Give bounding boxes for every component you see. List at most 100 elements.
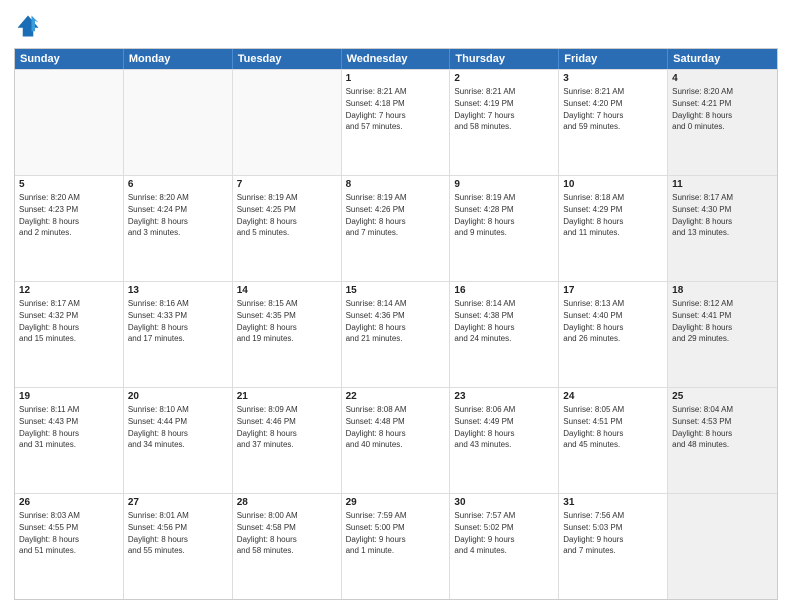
- day-cell-1: 1 Sunrise: 8:21 AMSunset: 4:18 PMDaylight…: [342, 70, 451, 175]
- day-cell-21: 21 Sunrise: 8:09 AMSunset: 4:46 PMDayligh…: [233, 388, 342, 493]
- day-header-sunday: Sunday: [15, 49, 124, 69]
- calendar-body: 1 Sunrise: 8:21 AMSunset: 4:18 PMDaylight…: [15, 69, 777, 599]
- cell-info: Sunrise: 8:17 AMSunset: 4:30 PMDaylight:…: [672, 193, 733, 237]
- day-number: 19: [19, 391, 119, 402]
- day-header-tuesday: Tuesday: [233, 49, 342, 69]
- cell-info: Sunrise: 8:00 AMSunset: 4:58 PMDaylight:…: [237, 511, 298, 555]
- day-header-friday: Friday: [559, 49, 668, 69]
- calendar-row-2: 5Sunrise: 8:20 AMSunset: 4:23 PMDaylight…: [15, 175, 777, 281]
- day-cell-27: 27 Sunrise: 8:01 AMSunset: 4:56 PMDayligh…: [124, 494, 233, 599]
- cell-info: Sunrise: 8:11 AMSunset: 4:43 PMDaylight:…: [19, 405, 79, 449]
- empty-cell-0-1: [124, 70, 233, 175]
- cell-info: Sunrise: 8:10 AMSunset: 4:44 PMDaylight:…: [128, 405, 189, 449]
- header: [14, 12, 778, 40]
- day-number: 17: [563, 285, 663, 296]
- cell-info: Sunrise: 8:19 AMSunset: 4:25 PMDaylight:…: [237, 193, 298, 237]
- logo-icon: [14, 12, 42, 40]
- day-cell-2: 2Sunrise: 8:21 AMSunset: 4:19 PMDaylight…: [450, 70, 559, 175]
- day-cell-24: 24 Sunrise: 8:05 AMSunset: 4:51 PMDayligh…: [559, 388, 668, 493]
- cell-info: Sunrise: 8:12 AMSunset: 4:41 PMDaylight:…: [672, 299, 733, 343]
- cell-info: Sunrise: 8:21 AMSunset: 4:19 PMDaylight:…: [454, 87, 515, 131]
- calendar-row-3: 12Sunrise: 8:17 AMSunset: 4:32 PMDayligh…: [15, 281, 777, 387]
- day-number: 4: [672, 73, 773, 84]
- day-header-wednesday: Wednesday: [342, 49, 451, 69]
- day-number: 30: [454, 497, 554, 508]
- day-header-saturday: Saturday: [668, 49, 777, 69]
- day-cell-31: 31Sunrise: 7:56 AMSunset: 5:03 PMDayligh…: [559, 494, 668, 599]
- day-number: 1: [346, 73, 446, 84]
- cell-info: Sunrise: 8:15 AMSunset: 4:35 PMDaylight:…: [237, 299, 298, 343]
- cell-info: Sunrise: 8:08 AMSunset: 4:48 PMDaylight:…: [346, 405, 407, 449]
- day-cell-13: 13 Sunrise: 8:16 AMSunset: 4:33 PMDayligh…: [124, 282, 233, 387]
- cell-info: Sunrise: 8:16 AMSunset: 4:33 PMDaylight:…: [128, 299, 189, 343]
- day-number: 25: [672, 391, 773, 402]
- day-cell-25: 25Sunrise: 8:04 AMSunset: 4:53 PMDayligh…: [668, 388, 777, 493]
- day-number: 7: [237, 179, 337, 190]
- day-cell-8: 8Sunrise: 8:19 AMSunset: 4:26 PMDaylight…: [342, 176, 451, 281]
- day-cell-23: 23 Sunrise: 8:06 AMSunset: 4:49 PMDayligh…: [450, 388, 559, 493]
- calendar: SundayMondayTuesdayWednesdayThursdayFrid…: [14, 48, 778, 600]
- day-number: 13: [128, 285, 228, 296]
- day-cell-9: 9 Sunrise: 8:19 AMSunset: 4:28 PMDaylight…: [450, 176, 559, 281]
- cell-info: Sunrise: 8:14 AMSunset: 4:38 PMDaylight:…: [454, 299, 515, 343]
- cell-info: Sunrise: 8:17 AMSunset: 4:32 PMDaylight:…: [19, 299, 80, 343]
- day-cell-28: 28Sunrise: 8:00 AMSunset: 4:58 PMDayligh…: [233, 494, 342, 599]
- cell-info: Sunrise: 8:19 AMSunset: 4:28 PMDaylight:…: [454, 193, 515, 237]
- cell-info: Sunrise: 8:21 AMSunset: 4:20 PMDaylight:…: [563, 87, 624, 131]
- day-number: 16: [454, 285, 554, 296]
- day-number: 5: [19, 179, 119, 190]
- day-number: 23: [454, 391, 554, 402]
- day-cell-15: 15Sunrise: 8:14 AMSunset: 4:36 PMDayligh…: [342, 282, 451, 387]
- day-cell-10: 10 Sunrise: 8:18 AMSunset: 4:29 PMDayligh…: [559, 176, 668, 281]
- calendar-row-1: 1 Sunrise: 8:21 AMSunset: 4:18 PMDaylight…: [15, 69, 777, 175]
- calendar-row-5: 26 Sunrise: 8:03 AMSunset: 4:55 PMDayligh…: [15, 493, 777, 599]
- cell-info: Sunrise: 8:20 AMSunset: 4:21 PMDaylight:…: [672, 87, 733, 131]
- day-cell-11: 11Sunrise: 8:17 AMSunset: 4:30 PMDayligh…: [668, 176, 777, 281]
- day-cell-14: 14 Sunrise: 8:15 AMSunset: 4:35 PMDayligh…: [233, 282, 342, 387]
- cell-info: Sunrise: 8:09 AMSunset: 4:46 PMDaylight:…: [237, 405, 298, 449]
- day-number: 24: [563, 391, 663, 402]
- day-number: 3: [563, 73, 663, 84]
- day-number: 20: [128, 391, 228, 402]
- day-cell-16: 16 Sunrise: 8:14 AMSunset: 4:38 PMDayligh…: [450, 282, 559, 387]
- day-cell-17: 17 Sunrise: 8:13 AMSunset: 4:40 PMDayligh…: [559, 282, 668, 387]
- day-cell-6: 6 Sunrise: 8:20 AMSunset: 4:24 PMDaylight…: [124, 176, 233, 281]
- day-cell-20: 20 Sunrise: 8:10 AMSunset: 4:44 PMDayligh…: [124, 388, 233, 493]
- day-number: 29: [346, 497, 446, 508]
- day-number: 15: [346, 285, 446, 296]
- day-number: 6: [128, 179, 228, 190]
- cell-info: Sunrise: 7:57 AMSunset: 5:02 PMDaylight:…: [454, 511, 515, 555]
- day-number: 9: [454, 179, 554, 190]
- cell-info: Sunrise: 7:59 AMSunset: 5:00 PMDaylight:…: [346, 511, 407, 555]
- calendar-row-4: 19 Sunrise: 8:11 AMSunset: 4:43 PMDayligh…: [15, 387, 777, 493]
- cell-info: Sunrise: 8:18 AMSunset: 4:29 PMDaylight:…: [563, 193, 624, 237]
- cell-info: Sunrise: 8:21 AMSunset: 4:18 PMDaylight:…: [346, 87, 407, 131]
- day-number: 14: [237, 285, 337, 296]
- day-number: 26: [19, 497, 119, 508]
- cell-info: Sunrise: 8:05 AMSunset: 4:51 PMDaylight:…: [563, 405, 624, 449]
- day-cell-3: 3 Sunrise: 8:21 AMSunset: 4:20 PMDaylight…: [559, 70, 668, 175]
- cell-info: Sunrise: 8:06 AMSunset: 4:49 PMDaylight:…: [454, 405, 515, 449]
- cell-info: Sunrise: 8:19 AMSunset: 4:26 PMDaylight:…: [346, 193, 407, 237]
- day-cell-18: 18 Sunrise: 8:12 AMSunset: 4:41 PMDayligh…: [668, 282, 777, 387]
- day-cell-26: 26 Sunrise: 8:03 AMSunset: 4:55 PMDayligh…: [15, 494, 124, 599]
- day-number: 10: [563, 179, 663, 190]
- day-cell-4: 4 Sunrise: 8:20 AMSunset: 4:21 PMDaylight…: [668, 70, 777, 175]
- cell-info: Sunrise: 8:20 AMSunset: 4:24 PMDaylight:…: [128, 193, 189, 237]
- day-number: 27: [128, 497, 228, 508]
- day-cell-19: 19 Sunrise: 8:11 AMSunset: 4:43 PMDayligh…: [15, 388, 124, 493]
- cell-info: Sunrise: 7:56 AMSunset: 5:03 PMDaylight:…: [563, 511, 624, 555]
- cell-info: Sunrise: 8:01 AMSunset: 4:56 PMDaylight:…: [128, 511, 189, 555]
- day-cell-29: 29 Sunrise: 7:59 AMSunset: 5:00 PMDayligh…: [342, 494, 451, 599]
- day-number: 18: [672, 285, 773, 296]
- empty-cell-4-6: [668, 494, 777, 599]
- calendar-header: SundayMondayTuesdayWednesdayThursdayFrid…: [15, 49, 777, 69]
- cell-info: Sunrise: 8:03 AMSunset: 4:55 PMDaylight:…: [19, 511, 80, 555]
- day-header-monday: Monday: [124, 49, 233, 69]
- day-cell-5: 5Sunrise: 8:20 AMSunset: 4:23 PMDaylight…: [15, 176, 124, 281]
- logo: [14, 12, 46, 40]
- day-number: 21: [237, 391, 337, 402]
- page: SundayMondayTuesdayWednesdayThursdayFrid…: [0, 0, 792, 612]
- empty-cell-0-0: [15, 70, 124, 175]
- cell-info: Sunrise: 8:13 AMSunset: 4:40 PMDaylight:…: [563, 299, 624, 343]
